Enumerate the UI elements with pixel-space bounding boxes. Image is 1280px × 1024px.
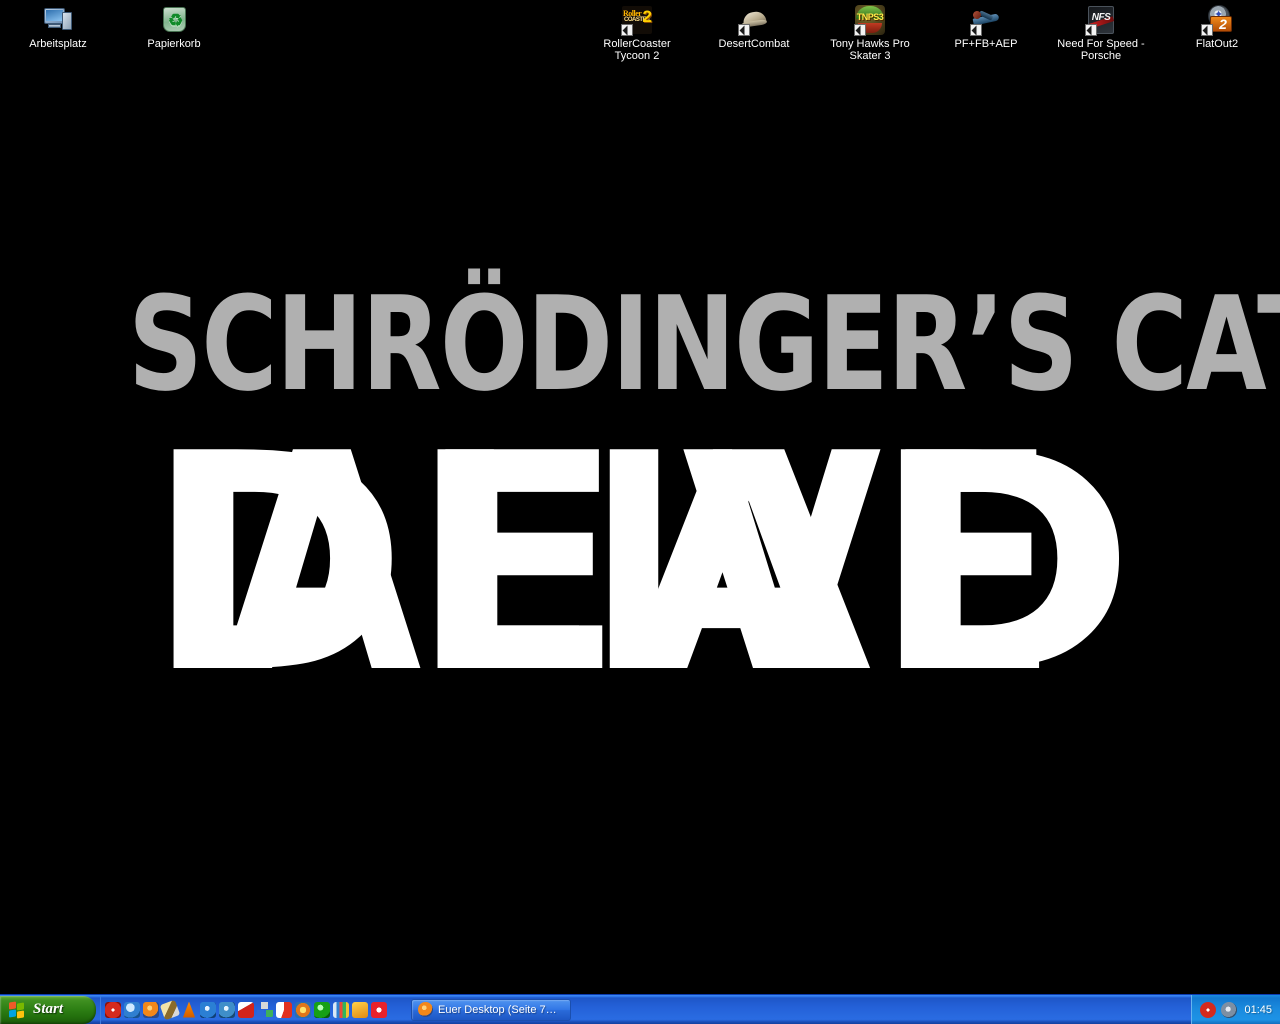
daemon-tools-icon[interactable]	[295, 1001, 311, 1018]
task-button-area[interactable]: Euer Desktop (Seite 7…	[393, 995, 1191, 1024]
taskbar[interactable]: Start Euer Desktop (Seite 7… 01:45	[0, 994, 1280, 1024]
flatout-2-icon: ✦ 2	[1201, 4, 1233, 36]
desktop-icon-label: Papierkorb	[147, 38, 201, 50]
desktop-icon-label: Tony Hawks Pro Skater 3	[830, 38, 910, 62]
winrar-icon[interactable]	[352, 1001, 368, 1018]
paint-tool-icon[interactable]	[159, 999, 181, 1020]
desktop-icon-label: DesertCombat	[718, 38, 790, 50]
my-computer-icon	[42, 4, 74, 36]
desktop-icon-tony-hawks-pro-skater-3[interactable]: TNPS3 Tony Hawks Pro Skater 3	[822, 2, 918, 62]
windows-media-player-icon[interactable]	[200, 1001, 216, 1018]
shortcut-arrow-icon	[1201, 24, 1213, 36]
wallpaper-text: SCHRÖDINGER’S CAT IS ALIVE DEAD	[0, 0, 1280, 1024]
desktop-icon-flatout2[interactable]: ✦ 2 FlatOut2	[1169, 2, 1265, 50]
rollercoaster-tycoon-2-icon: Roller COASTER 2	[621, 4, 653, 36]
show-desktop-icon[interactable]	[257, 1001, 273, 1018]
task-button-euer-desktop[interactable]: Euer Desktop (Seite 7…	[411, 998, 571, 1021]
shortcut-arrow-icon	[738, 24, 750, 36]
wallpaper-word-alive: ALIVE	[221, 390, 1058, 739]
cdex-icon[interactable]	[105, 1001, 121, 1018]
adobe-reader-icon[interactable]	[238, 1001, 254, 1018]
shortcut-arrow-icon	[970, 24, 982, 36]
desktop-icon-label: RollerCoaster Tycoon 2	[603, 38, 671, 62]
volume-icon[interactable]	[1221, 1001, 1238, 1018]
desktop-icon-need-for-speed-porsche[interactable]: NFS Need For Speed - Porsche	[1053, 2, 1149, 62]
vlc-media-player-icon[interactable]	[181, 1001, 197, 1018]
system-tray[interactable]: 01:45	[1191, 994, 1280, 1024]
tony-hawks-pro-skater-3-icon: TNPS3	[854, 4, 886, 36]
encyclopedia-icon[interactable]	[333, 1001, 349, 1018]
desktop[interactable]: Arbeitsplatz ♻ Papierkorb Roller COASTER 2…	[0, 0, 1280, 1024]
desktop-icon-label: PF+FB+AEP	[954, 38, 1018, 50]
need-for-speed-porsche-icon: NFS	[1085, 4, 1117, 36]
clock[interactable]: 01:45	[1244, 1004, 1272, 1016]
task-button-label: Euer Desktop (Seite 7…	[438, 1003, 557, 1016]
start-button[interactable]: Start	[0, 995, 96, 1024]
shortcut-arrow-icon	[854, 24, 866, 36]
desktop-icon-pf-fb-aep[interactable]: PF+FB+AEP	[938, 2, 1034, 50]
desktop-icon-label: FlatOut2	[1195, 38, 1239, 50]
desktop-icon-label: Arbeitsplatz	[29, 38, 87, 50]
emule-icon[interactable]	[314, 1001, 330, 1018]
desktop-icon-label: Need For Speed - Porsche	[1057, 38, 1145, 62]
firefox-icon[interactable]	[143, 1001, 159, 1018]
shortcut-arrow-icon	[621, 24, 633, 36]
quick-launch-bar[interactable]	[100, 995, 393, 1024]
cdex-tray-icon[interactable]	[1200, 1001, 1217, 1018]
desktop-icon-papierkorb[interactable]: ♻ Papierkorb	[126, 2, 222, 50]
desktop-icon-rollercoaster-tycoon-2[interactable]: Roller COASTER 2 RollerCoaster Tycoon 2	[589, 2, 685, 62]
windows-logo-icon	[9, 1000, 26, 1018]
pacific-fighters-icon	[970, 4, 1002, 36]
wallpaper-superposition: ALIVE DEAD	[0, 390, 1280, 739]
recycle-bin-icon: ♻	[158, 4, 190, 36]
internet-explorer-icon[interactable]	[124, 1001, 140, 1018]
wallpaper-headline: SCHRÖDINGER’S CAT IS	[128, 268, 1280, 420]
nero-burning-icon[interactable]	[219, 1001, 235, 1018]
opera-icon[interactable]	[371, 1001, 387, 1018]
start-button-label: Start	[33, 1001, 64, 1017]
desktop-icon-arbeitsplatz[interactable]: Arbeitsplatz	[10, 2, 106, 50]
desert-combat-icon	[738, 4, 770, 36]
shortcut-arrow-icon	[1085, 24, 1097, 36]
firefox-icon	[418, 1002, 433, 1017]
clone-cd-icon[interactable]	[276, 1001, 292, 1018]
wallpaper-word-dead: DEAD	[144, 390, 1136, 739]
desktop-icon-desertcombat[interactable]: DesertCombat	[706, 2, 802, 50]
